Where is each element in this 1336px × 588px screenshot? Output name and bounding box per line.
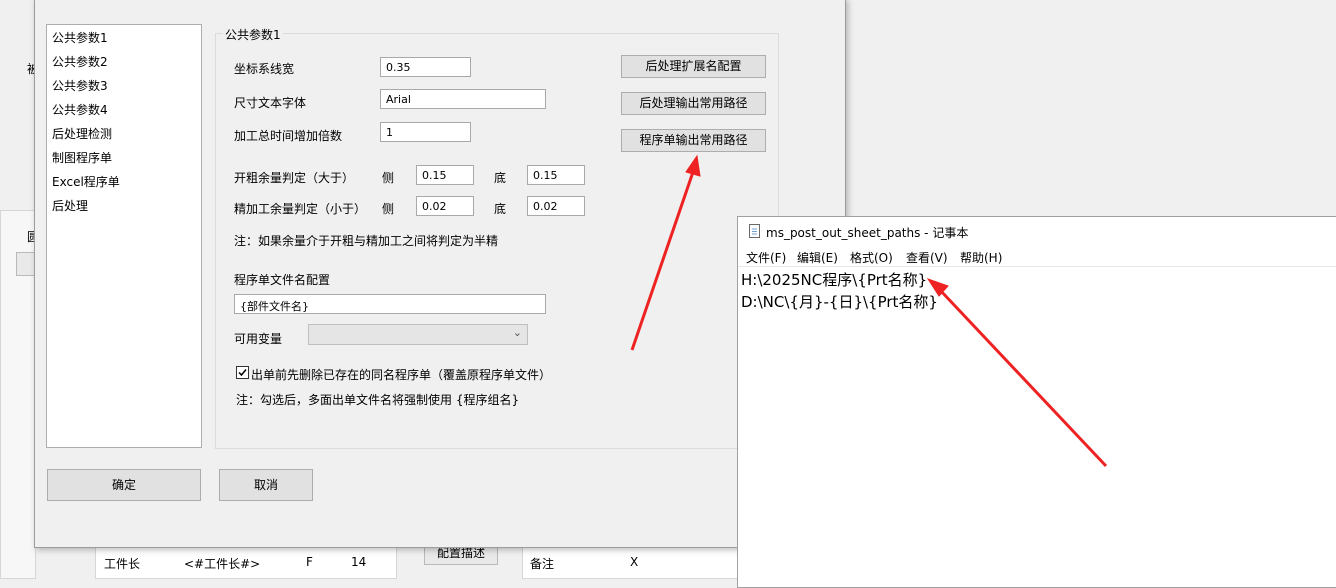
arrow-head — [685, 154, 701, 177]
arrow-to-first-path — [938, 288, 1108, 468]
annotation-arrows — [630, 154, 1108, 468]
arrow-to-sheet-paths-button — [630, 171, 695, 351]
